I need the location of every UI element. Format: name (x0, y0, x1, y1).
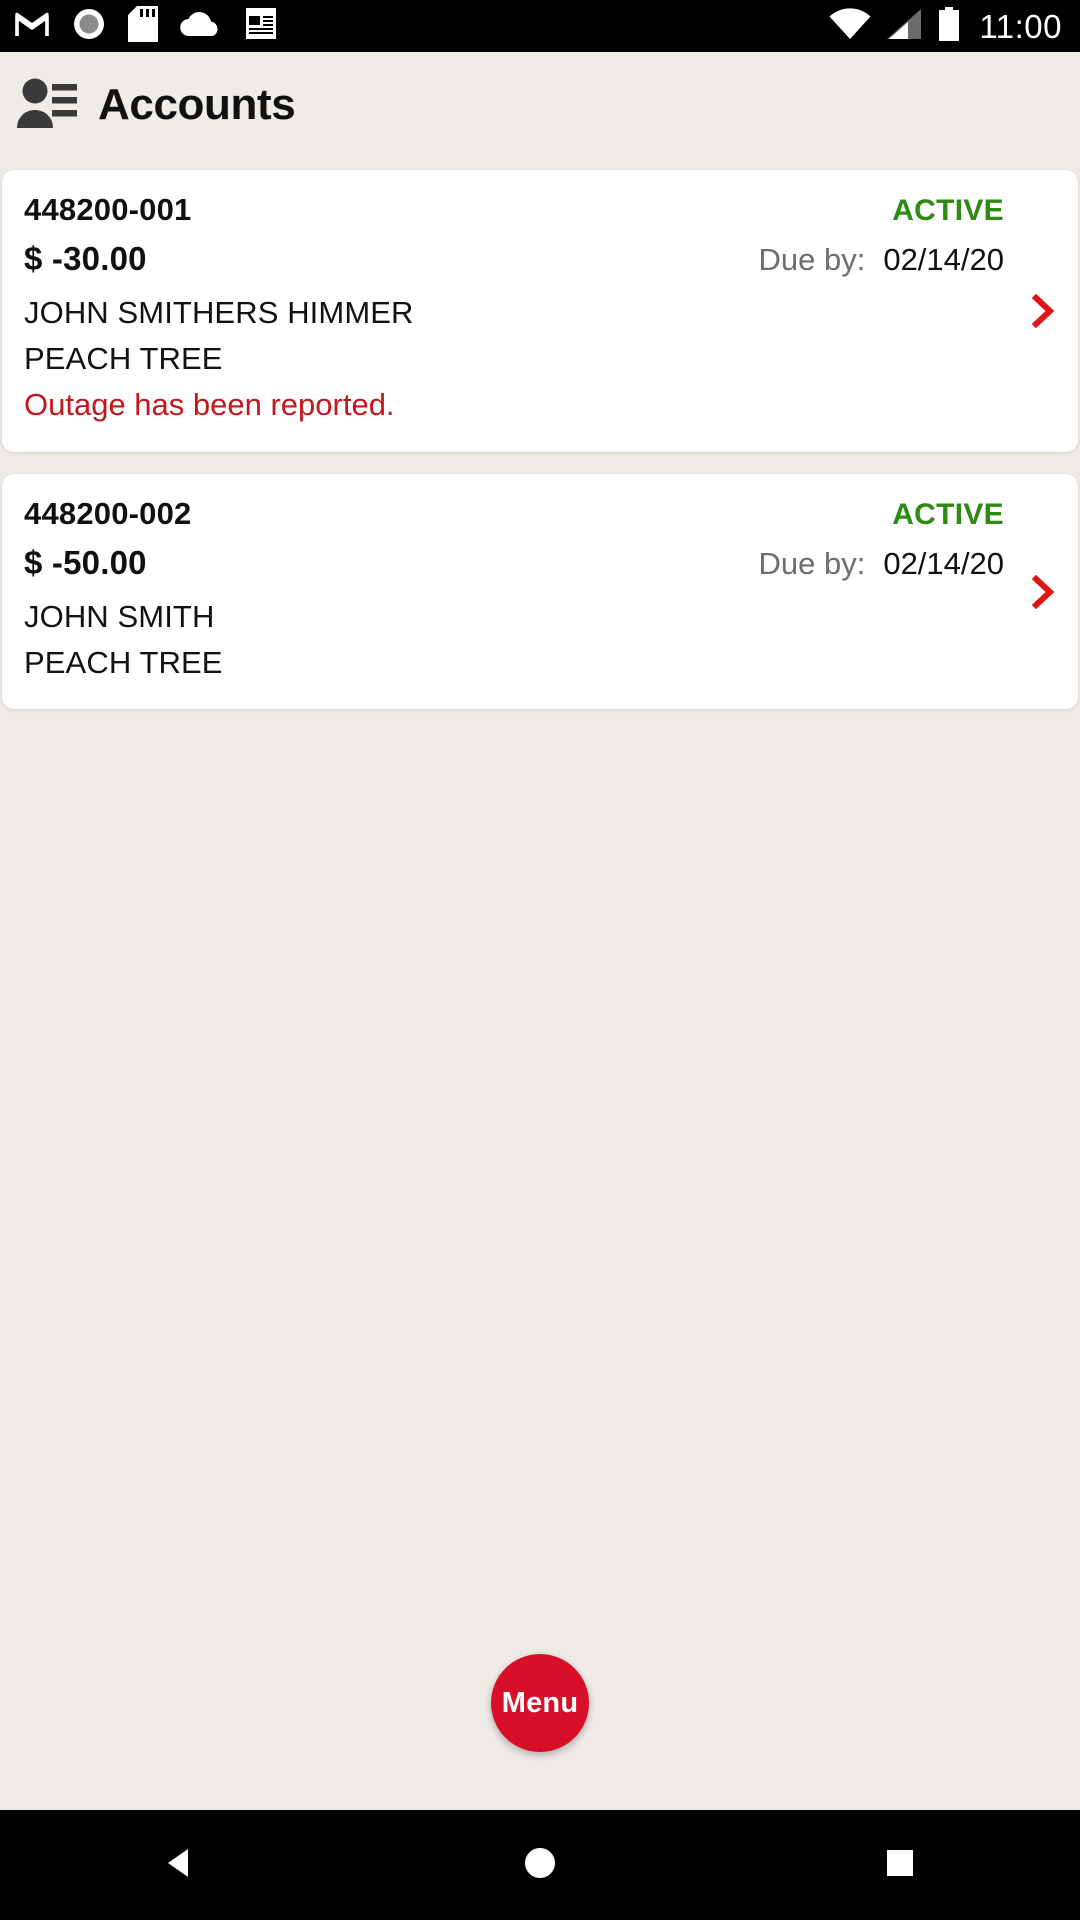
page-title: Accounts (98, 80, 296, 129)
due-date-group: Due by: 02/14/20 (758, 242, 1052, 278)
gmail-icon (14, 9, 50, 44)
status-bar: 11:00 (0, 0, 1080, 52)
news-document-icon (244, 7, 278, 46)
app-header: Accounts (0, 52, 1080, 158)
account-header-row: 448200-002 ACTIVE (24, 496, 1052, 532)
due-by-label: Due by: (758, 545, 866, 581)
nav-recents-button[interactable] (840, 1810, 960, 1920)
contacts-person-list-icon (16, 76, 78, 135)
status-badge: ACTIVE (892, 497, 1004, 531)
due-date-group: Due by: 02/14/20 (758, 546, 1052, 582)
service-address: PEACH TREE (24, 340, 223, 376)
record-circle-icon (72, 7, 106, 46)
account-balance: $ -50.00 (24, 543, 147, 581)
due-date-value: 02/14/20 (883, 545, 1004, 581)
status-bar-notification-icons (14, 5, 278, 47)
cloud-icon (180, 10, 222, 43)
recents-square-icon (880, 1843, 920, 1888)
account-card[interactable]: 448200-002 ACTIVE $ -50.00 Due by: 02/14… (2, 473, 1078, 710)
account-header-row: 448200-001 ACTIVE (24, 192, 1052, 228)
chevron-right-icon[interactable] (1026, 293, 1060, 328)
status-bar-system-icons: 11:00 (829, 6, 1062, 46)
menu-fab-button[interactable]: Menu (491, 1654, 589, 1752)
chevron-right-icon[interactable] (1026, 574, 1060, 609)
android-navigation-bar (0, 1810, 1080, 1920)
customer-name: JOHN SMITH (24, 598, 215, 634)
account-number: 448200-002 (24, 495, 192, 531)
service-address: PEACH TREE (24, 644, 223, 680)
sd-card-icon (128, 5, 158, 47)
customer-name: JOHN SMITHERS HIMMER (24, 295, 414, 330)
account-amount-row: $ -30.00 Due by: 02/14/20 (24, 240, 1052, 278)
menu-fab-label: Menu (501, 1686, 579, 1719)
account-number: 448200-001 (24, 192, 192, 227)
wifi-icon (829, 7, 871, 45)
account-amount-row: $ -50.00 Due by: 02/14/20 (24, 544, 1052, 582)
nav-back-button[interactable] (120, 1810, 240, 1920)
due-by-label: Due by: (758, 242, 866, 277)
cellular-signal-icon (885, 8, 923, 45)
accounts-list: 448200-001 ACTIVE $ -30.00 Due by: 02/14… (0, 158, 1080, 1810)
account-card[interactable]: 448200-001 ACTIVE $ -30.00 Due by: 02/14… (2, 170, 1078, 452)
due-date-value: 02/14/20 (883, 242, 1004, 277)
status-badge: ACTIVE (892, 194, 1004, 227)
home-circle-icon (520, 1843, 560, 1888)
back-triangle-icon (160, 1843, 200, 1888)
status-bar-clock: 11:00 (979, 7, 1062, 45)
nav-home-button[interactable] (480, 1810, 600, 1920)
account-balance: $ -30.00 (24, 240, 147, 277)
phone-screen: 11:00 Accounts 448200-001 ACTIVE $ -30.0… (0, 0, 1080, 1920)
outage-alert: Outage has been reported. (24, 386, 395, 422)
battery-icon (937, 6, 961, 46)
